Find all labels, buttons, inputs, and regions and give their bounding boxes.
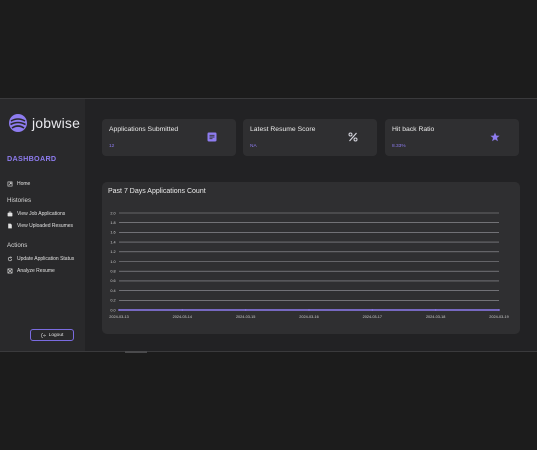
dashboard-heading: DASHBOARD bbox=[7, 154, 57, 163]
logout-button[interactable]: Logout bbox=[30, 329, 74, 341]
sidebar-item-label: Update Application Status bbox=[17, 256, 75, 262]
line-chart: 0.0 0.2 0.4 0.6 0.8 1.0 1.2 1.4 1.6 1.8 2.0 2024-03… bbox=[109, 211, 508, 319]
y-tick-label: 0.2 bbox=[110, 299, 115, 303]
x-tick-label: 2024-03-14 bbox=[173, 315, 192, 319]
logo-text: jobwise bbox=[32, 115, 81, 131]
y-tick-label: 1.2 bbox=[110, 250, 115, 254]
briefcase-icon bbox=[7, 211, 13, 217]
x-tick-label: 2024-03-17 bbox=[363, 315, 382, 319]
analyze-icon bbox=[7, 268, 13, 274]
star-icon bbox=[490, 132, 500, 142]
document-icon bbox=[207, 132, 217, 142]
sidebar-item-label: Analyze Resume bbox=[17, 268, 55, 274]
x-tick-label: 2024-03-15 bbox=[236, 315, 255, 319]
sidebar-item-analyze-resume[interactable]: Analyze Resume bbox=[7, 268, 55, 274]
y-tick-label: 0.4 bbox=[110, 289, 115, 293]
sidebar-item-view-uploaded-resumes[interactable]: View Uploaded Resumes bbox=[7, 223, 73, 229]
card-value: 12 bbox=[109, 144, 115, 149]
sidebar-item-update-application-status[interactable]: Update Application Status bbox=[7, 256, 74, 262]
card-value: NA bbox=[250, 144, 257, 149]
y-tick-label: 0.0 bbox=[110, 308, 115, 312]
sidebar-item-label: View Uploaded Resumes bbox=[17, 223, 74, 229]
x-tick-label: 2024-03-19 bbox=[489, 315, 508, 319]
chart-card: Past 7 Days Applications Count 0.0 0.2 0.4… bbox=[102, 182, 520, 334]
logout-label: Logout bbox=[48, 332, 64, 338]
logout-icon bbox=[41, 333, 46, 337]
y-tick-label: 1.4 bbox=[110, 240, 115, 244]
data-point bbox=[498, 309, 500, 311]
data-point bbox=[118, 309, 120, 311]
histories-heading: Histories bbox=[7, 197, 32, 204]
app-window: jobwise DASHBOARD Home Histories View Jo… bbox=[0, 98, 537, 352]
card-title: Latest Resume Score bbox=[250, 126, 316, 133]
data-point bbox=[181, 309, 184, 311]
card-hit-back-ratio: Hit back Ratio 8.33% bbox=[385, 119, 519, 156]
horizontal-scrollbar[interactable] bbox=[125, 351, 147, 353]
percent-icon bbox=[348, 132, 358, 142]
refresh-icon bbox=[7, 256, 13, 262]
sidebar: jobwise DASHBOARD Home Histories View Jo… bbox=[0, 99, 85, 351]
file-icon bbox=[8, 223, 12, 229]
card-value: 8.33% bbox=[392, 144, 406, 149]
card-latest-resume-score: Latest Resume Score NA bbox=[243, 119, 377, 156]
x-tick-label: 2024-03-16 bbox=[299, 315, 318, 319]
x-tick-label: 2024-03-13 bbox=[109, 315, 128, 319]
card-title: Hit back Ratio bbox=[392, 126, 435, 133]
logo-mark-icon bbox=[9, 114, 27, 132]
sidebar-item-view-job-applications[interactable]: View Job Applications bbox=[7, 211, 65, 217]
y-tick-label: 0.8 bbox=[110, 270, 115, 274]
y-tick-label: 0.6 bbox=[110, 279, 115, 283]
data-point bbox=[244, 309, 247, 311]
sidebar-item-home[interactable]: Home bbox=[7, 181, 30, 187]
sidebar-item-label: View Job Applications bbox=[17, 211, 66, 217]
sidebar-item-label: Home bbox=[17, 181, 31, 187]
data-point bbox=[308, 309, 310, 311]
card-applications-submitted: Applications Submitted 12 bbox=[102, 119, 236, 156]
main-content: Applications Submitted 12 Latest Resume … bbox=[85, 99, 537, 351]
logo: jobwise bbox=[8, 113, 80, 133]
y-tick-label: 1.8 bbox=[110, 221, 115, 225]
home-icon bbox=[7, 181, 13, 187]
card-title: Applications Submitted bbox=[109, 126, 179, 133]
actions-heading: Actions bbox=[7, 242, 28, 249]
y-tick-label: 1.0 bbox=[110, 260, 115, 264]
data-point bbox=[434, 309, 437, 311]
x-tick-label: 2024-03-18 bbox=[426, 315, 445, 319]
y-tick-label: 2.0 bbox=[110, 211, 115, 215]
y-tick-label: 1.6 bbox=[110, 231, 115, 235]
data-point bbox=[371, 309, 374, 311]
